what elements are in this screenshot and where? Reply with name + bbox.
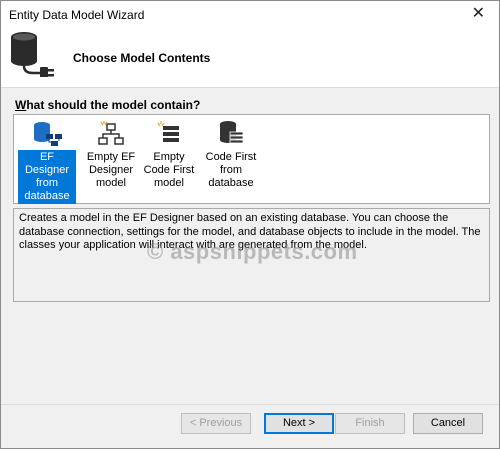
empty-ef-designer-icon [98,121,124,145]
option-label: EF Designer from database [18,150,76,204]
prompt-accesskey: W [15,98,27,112]
model-contents-list[interactable]: EF Designer from database Empty EF Desig… [13,114,490,204]
option-code-first-from-database[interactable]: Code First from database [202,120,260,189]
database-plug-icon [11,32,54,77]
model-contents-prompt: What should the model contain? [15,98,200,112]
option-empty-ef-designer-model[interactable]: Empty EF Designer model [82,120,140,189]
prompt-text: hat should the model contain? [26,98,201,112]
next-button[interactable]: Next > [264,413,334,434]
footer-divider [1,404,499,405]
cancel-button[interactable]: Cancel [413,413,483,434]
option-empty-code-first-model[interactable]: Empty Code First model [140,120,198,189]
code-first-from-database-icon [220,121,244,144]
description-text: Creates a model in the EF Designer based… [19,212,481,251]
finish-button[interactable]: Finish [335,413,405,434]
option-label: Empty EF Designer model [86,151,136,189]
empty-code-first-icon [157,121,179,142]
title-bar: Entity Data Model Wizard ✕ [1,1,499,29]
window-title: Entity Data Model Wizard [9,8,145,22]
description-panel: Creates a model in the EF Designer based… [13,208,490,302]
option-label: Code First from database [205,151,257,189]
ef-designer-from-database-icon [34,122,62,146]
wizard-header: Choose Model Contents [1,29,499,88]
wizard-window: Entity Data Model Wizard ✕ Choose Model … [0,0,500,449]
page-heading: Choose Model Contents [73,51,211,65]
option-ef-designer-from-database[interactable]: EF Designer from database [18,120,76,204]
option-label: Empty Code First model [143,151,195,189]
previous-button[interactable]: < Previous [181,413,251,434]
close-icon[interactable]: ✕ [472,6,485,22]
